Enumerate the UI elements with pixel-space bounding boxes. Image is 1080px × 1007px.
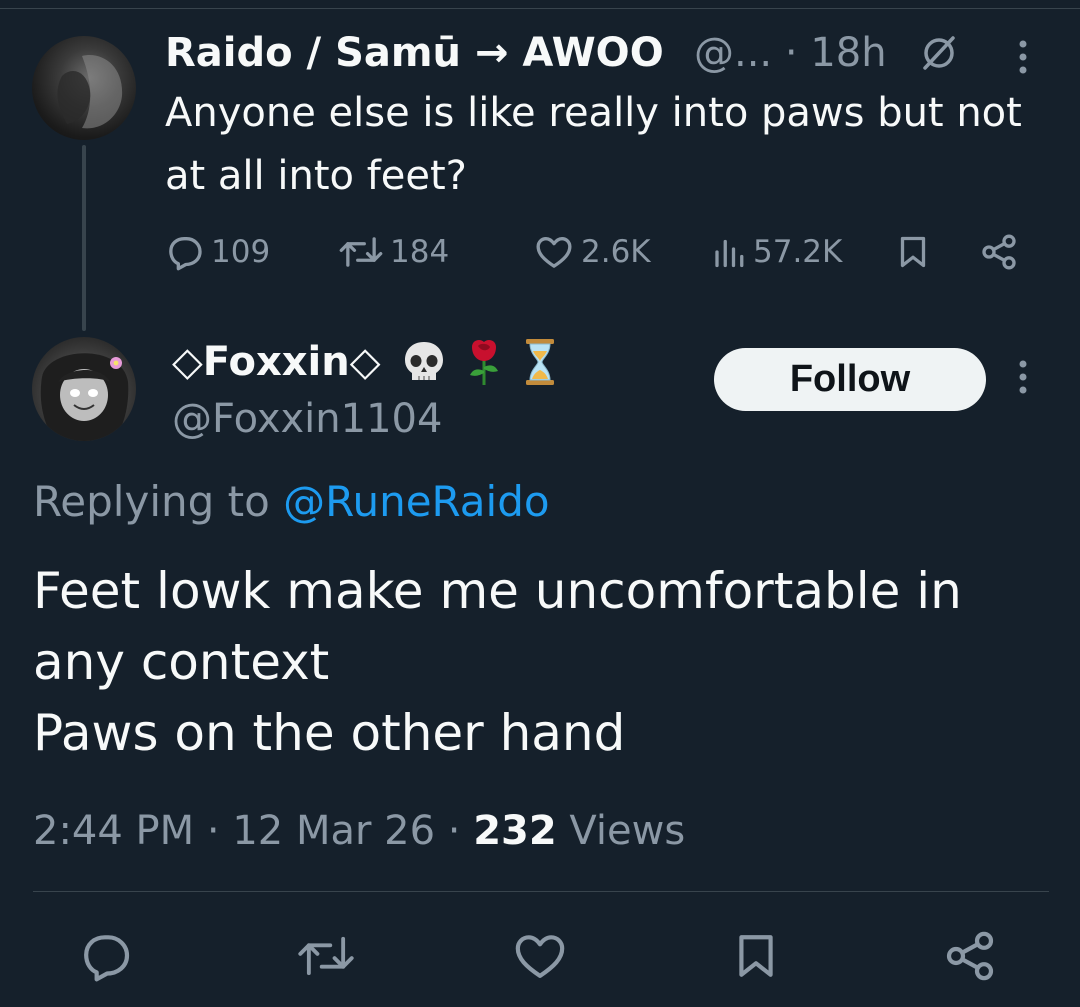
replying-to-handle-link[interactable]: @RuneRaido (283, 477, 549, 526)
repost-count: 184 (390, 234, 450, 270)
parent-display-name[interactable]: Raido / Samū → AWOO (165, 25, 664, 81)
tweet-time[interactable]: 2:44 PM (33, 808, 194, 854)
repost-icon (298, 936, 354, 976)
meta-separator: · (784, 30, 798, 76)
follow-button[interactable]: Follow (714, 348, 986, 411)
reply-tweet-text: Feet lowk make me uncomfortable in any c… (33, 556, 1033, 769)
share-action[interactable] (977, 222, 1027, 282)
reply-count: 109 (211, 234, 271, 270)
reply-avatar[interactable] (32, 337, 136, 441)
skull-icon (405, 342, 443, 380)
tweet-metadata: 2:44 PM · 12 Mar 26 · 232 Views (33, 801, 685, 861)
repost-button[interactable] (296, 916, 356, 996)
like-icon (536, 237, 572, 268)
like-button[interactable] (510, 916, 570, 996)
views-count[interactable]: 232 (473, 808, 557, 854)
rose-icon (470, 339, 498, 385)
share-icon (946, 931, 994, 981)
more-vertical-icon[interactable] (1008, 36, 1038, 80)
parent-time[interactable]: 18h (810, 30, 886, 76)
reply-button[interactable] (76, 916, 136, 996)
name-emojis (400, 332, 560, 392)
repost-icon (339, 237, 383, 267)
views-action[interactable]: 57.2K (711, 222, 842, 282)
bottom-action-bar (0, 916, 1080, 996)
top-divider (0, 8, 1080, 9)
parent-avatar[interactable] (32, 36, 136, 140)
views-count: 57.2K (753, 234, 843, 270)
like-icon (515, 935, 565, 978)
bookmark-button[interactable] (726, 916, 786, 996)
reply-handle[interactable]: @Foxxin1104 (172, 390, 442, 448)
meta-separator: · (206, 808, 220, 854)
meta-separator: · (447, 808, 461, 854)
reply-text-line: Feet lowk make me uncomfortable in (33, 562, 962, 620)
reply-text-line: Paws on the other hand (33, 704, 626, 762)
reply-display-name[interactable]: ◇Foxxin◇ (172, 332, 381, 392)
replying-to: Replying to @RuneRaido (33, 472, 550, 532)
views-chart-icon (715, 239, 744, 268)
muted-circle-slash-icon (917, 30, 961, 74)
reply-action[interactable]: 109 (165, 222, 270, 282)
reply-text-line: any context (33, 633, 330, 691)
tweet-date[interactable]: 12 Mar 26 (232, 808, 435, 854)
reply-icon (169, 237, 202, 271)
bookmark-icon (900, 236, 926, 268)
hourglass-icon (526, 339, 554, 385)
like-action[interactable]: 2.6K (533, 222, 651, 282)
views-label: Views (569, 808, 686, 854)
repost-action[interactable]: 184 (338, 222, 449, 282)
parent-tweet-text: Anyone else is like really into paws but… (165, 90, 1022, 199)
more-vertical-icon[interactable] (1008, 356, 1038, 400)
parent-meta: @... · 18h (694, 25, 887, 81)
like-count: 2.6K (581, 234, 651, 270)
replying-to-prefix: Replying to (33, 477, 270, 526)
reply-icon (84, 935, 130, 982)
bookmark-icon (739, 935, 773, 977)
parent-handle[interactable]: @... (694, 30, 772, 76)
share-icon (982, 234, 1016, 270)
share-button[interactable] (940, 916, 1000, 996)
actions-divider (33, 891, 1049, 892)
thread-line (82, 145, 86, 331)
bookmark-action[interactable] (895, 222, 937, 282)
